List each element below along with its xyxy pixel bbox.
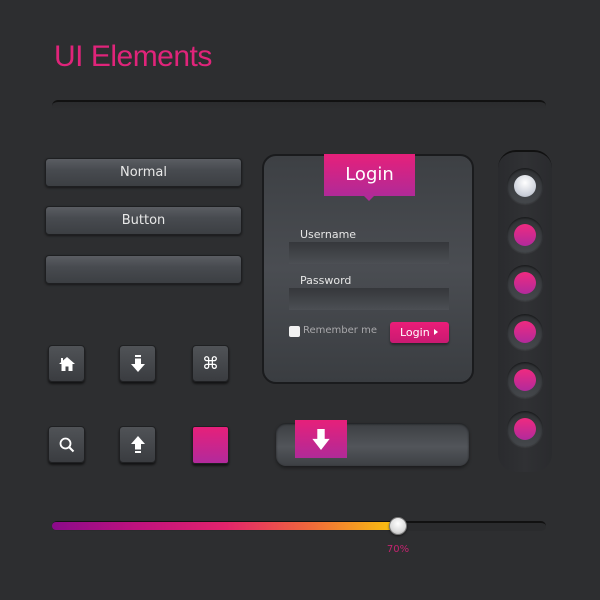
command-icon: ⌘ [202, 353, 219, 374]
radio-option-5[interactable] [507, 362, 543, 398]
remember-me-label: Remember me [303, 325, 377, 336]
radio-dot [514, 272, 536, 294]
login-submit-button[interactable]: Login [390, 322, 449, 343]
pink-square-button[interactable] [192, 426, 229, 464]
search-button[interactable] [48, 426, 85, 463]
download-button[interactable] [119, 345, 156, 382]
page-title: UI Elements [54, 40, 212, 73]
slider-thumb[interactable] [389, 517, 407, 535]
upload-arrow-icon [130, 436, 145, 453]
download-arrow-icon [312, 428, 330, 450]
radio-option-4[interactable] [507, 313, 543, 350]
radio-option-1[interactable] [507, 168, 543, 204]
caret-right-icon [434, 329, 438, 335]
radio-dot [514, 369, 536, 391]
blank-button[interactable] [45, 255, 242, 284]
download-arrow-icon [130, 355, 145, 372]
radio-dot [514, 417, 536, 440]
home-icon [58, 356, 75, 371]
search-icon [59, 437, 74, 452]
radio-option-6[interactable] [507, 410, 543, 447]
radio-dot [514, 223, 536, 246]
toggle-switch-knob[interactable] [295, 420, 347, 458]
username-input[interactable] [289, 242, 449, 264]
divider [52, 100, 546, 110]
password-input[interactable] [289, 288, 449, 310]
normal-button[interactable]: Normal [45, 158, 242, 187]
login-submit-label: Login [400, 326, 430, 339]
slider-value-label: 70% [386, 544, 410, 555]
radio-option-3[interactable] [507, 265, 543, 301]
home-button[interactable] [48, 345, 85, 382]
username-label: Username [300, 228, 357, 241]
command-button[interactable]: ⌘ [192, 345, 229, 382]
remember-me-checkbox[interactable] [289, 326, 300, 337]
login-title-pointer [364, 196, 374, 201]
radio-option-2[interactable] [507, 216, 543, 253]
button[interactable]: Button [45, 206, 242, 235]
radio-dot-selected [514, 175, 536, 197]
upload-button[interactable] [119, 426, 156, 463]
slider-fill [52, 522, 398, 530]
login-title: Login [324, 154, 415, 196]
radio-dot [514, 320, 536, 343]
password-label: Password [300, 274, 352, 287]
